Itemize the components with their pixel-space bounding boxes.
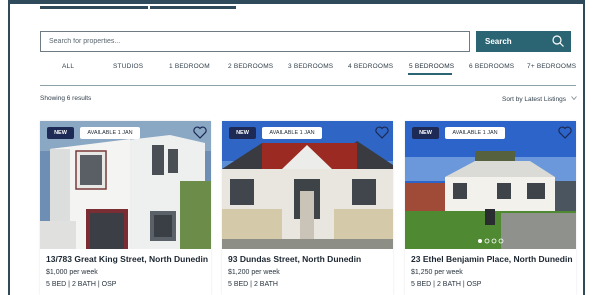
heart-icon[interactable] [375, 126, 389, 139]
new-badge: NEW [412, 127, 439, 139]
search-button-label: Search [485, 37, 512, 46]
listing-card[interactable]: NEW AVAILABLE 1 JAN 23 Ethel Benjamin Pl… [405, 121, 576, 295]
heart-icon[interactable] [558, 126, 572, 139]
heart-icon[interactable] [193, 126, 207, 139]
divider [40, 85, 576, 86]
results-count: Showing 6 results [40, 95, 92, 102]
listing-card[interactable]: NEW AVAILABLE 1 JAN 93 Dundas Street, No… [222, 121, 393, 295]
listing-price: $1,000 per week [46, 269, 98, 276]
tab-6-bedrooms[interactable]: 6 BEDROOMS [469, 63, 514, 70]
availability-badge: AVAILABLE 1 JAN [445, 127, 505, 139]
bedroom-filter-tabs: ALL STUDIOS 1 BEDROOM 2 BEDROOMS 3 BEDRO… [40, 63, 576, 77]
listing-title[interactable]: 23 Ethel Benjamin Place, North Dunedin [411, 254, 573, 264]
new-badge: NEW [47, 127, 74, 139]
tab-2-bedrooms[interactable]: 2 BEDROOMS [228, 63, 273, 70]
page-frame-top [8, 0, 585, 4]
listing-photo[interactable]: NEW AVAILABLE 1 JAN [222, 121, 393, 249]
availability-badge: AVAILABLE 1 JAN [80, 127, 140, 139]
listing-title[interactable]: 13/783 Great King Street, North Dunedin [46, 254, 208, 264]
active-tab-underline [408, 73, 452, 75]
tab-all[interactable]: ALL [62, 63, 74, 70]
top-tab-indicator [40, 6, 148, 9]
tab-5-bedrooms[interactable]: 5 BEDROOMS [409, 63, 454, 70]
tab-7-plus-bedrooms[interactable]: 7+ BEDROOMS [527, 63, 576, 70]
listing-price: $1,250 per week [411, 269, 463, 276]
listing-features: 5 BED | 2 BATH | OSP [411, 281, 482, 288]
listing-photo[interactable]: NEW AVAILABLE 1 JAN [405, 121, 576, 249]
top-tab-indicator [150, 6, 236, 9]
sort-label: Sort by Latest Listings [502, 96, 566, 103]
photo-carousel-dots[interactable] [477, 238, 505, 244]
sort-dropdown[interactable]: Sort by Latest Listings [502, 95, 577, 103]
page-frame-left [8, 0, 10, 295]
availability-badge: AVAILABLE 1 JAN [262, 127, 322, 139]
listing-photo[interactable]: NEW AVAILABLE 1 JAN [40, 121, 211, 249]
chevron-down-icon [570, 96, 577, 101]
listing-card[interactable]: NEW AVAILABLE 1 JAN 13/783 Great King St… [40, 121, 211, 295]
page-frame-right [583, 0, 585, 295]
tab-studios[interactable]: STUDIOS [113, 63, 143, 70]
listing-title[interactable]: 93 Dundas Street, North Dunedin [228, 254, 361, 264]
tab-3-bedrooms[interactable]: 3 BEDROOMS [288, 63, 333, 70]
listing-price: $1,200 per week [228, 269, 280, 276]
new-badge: NEW [229, 127, 256, 139]
listing-features: 5 BED | 2 BATH [228, 281, 278, 288]
search-button[interactable]: Search [476, 31, 571, 52]
search-icon [552, 35, 564, 47]
search-input[interactable] [40, 31, 470, 52]
tab-4-bedrooms[interactable]: 4 BEDROOMS [348, 63, 393, 70]
tab-1-bedroom[interactable]: 1 BEDROOM [169, 63, 210, 70]
listing-features: 5 BED | 2 BATH | OSP [46, 281, 117, 288]
